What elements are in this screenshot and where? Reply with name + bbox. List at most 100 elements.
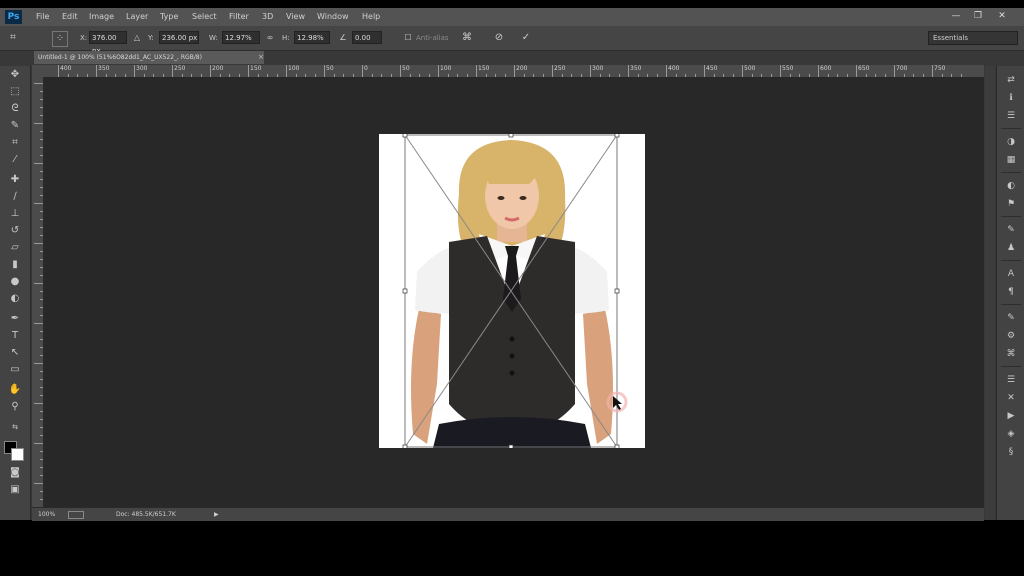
actions-icon[interactable]: ☰ <box>1003 374 1019 387</box>
ruler-v-tick <box>40 187 43 188</box>
status-menu-arrow[interactable]: ▶ <box>214 508 219 521</box>
document-canvas[interactable] <box>379 134 645 448</box>
pen-icon[interactable]: ✒ <box>6 312 24 326</box>
handle-top-middle[interactable] <box>508 134 514 138</box>
zoom-icon[interactable]: ⚲ <box>6 400 24 414</box>
menu-view[interactable]: View <box>286 8 305 26</box>
menu-type[interactable]: Type <box>160 8 178 26</box>
styles-icon[interactable]: ⚑ <box>1003 198 1019 211</box>
crop-icon[interactable]: ⌗ <box>6 136 24 150</box>
quick-mask-icon[interactable]: ◙ <box>6 466 24 480</box>
ruler-h-label: 300 <box>136 65 148 72</box>
handle-bottom-middle[interactable] <box>508 444 514 448</box>
commit-transform-icon[interactable]: ✓ <box>519 31 533 45</box>
eyedropper-icon[interactable]: ⁄ <box>6 153 24 167</box>
handle-top-right[interactable] <box>614 134 620 138</box>
ruler-h-tick <box>438 65 439 77</box>
path-select-icon[interactable]: ↖ <box>6 346 24 360</box>
clone-source-icon[interactable]: ♟ <box>1003 242 1019 255</box>
menu-3d[interactable]: 3D <box>262 8 273 26</box>
properties-icon[interactable]: § <box>1003 446 1019 459</box>
channels-icon[interactable]: ⚙ <box>1003 330 1019 343</box>
tab-close-icon[interactable]: × <box>258 51 266 64</box>
swatches-icon[interactable]: ▦ <box>1003 154 1019 167</box>
move-icon[interactable]: ✥ <box>6 68 24 82</box>
history-icon[interactable]: ⇄ <box>1003 74 1019 87</box>
handle-middle-left[interactable] <box>402 288 408 294</box>
paths-icon[interactable]: ⌘ <box>1003 348 1019 361</box>
angle-icon: ∠ <box>339 33 347 42</box>
ruler-v-tick <box>40 195 43 196</box>
zoom-level[interactable]: 100% <box>38 508 55 521</box>
ruler-h-label: 250 <box>554 65 566 72</box>
hand-icon[interactable]: ✋ <box>6 383 24 397</box>
play-icon[interactable]: ▶ <box>1003 410 1019 423</box>
link-icon[interactable]: ∞ <box>263 31 277 45</box>
cancel-transform-icon[interactable]: ⊘ <box>492 31 506 45</box>
shape-icon[interactable]: ▭ <box>6 363 24 377</box>
handle-bottom-left[interactable] <box>402 444 408 448</box>
healing-icon[interactable]: ✚ <box>6 173 24 187</box>
canvas-area[interactable] <box>44 77 984 516</box>
ruler-v-tick <box>40 211 43 212</box>
menu-file[interactable]: File <box>36 8 49 26</box>
type-icon[interactable]: T <box>6 329 24 343</box>
screen-mode-icon[interactable]: ▣ <box>6 483 24 497</box>
layers-icon[interactable]: ◈ <box>1003 428 1019 441</box>
swap-colors-icon[interactable]: ⇆ <box>6 420 24 434</box>
character-icon[interactable]: A <box>1003 268 1019 281</box>
adjustments-icon[interactable]: ◐ <box>1003 180 1019 193</box>
height-field[interactable]: 12.98% <box>294 31 330 44</box>
ruler-v-tick <box>40 491 43 492</box>
color-icon[interactable]: ◑ <box>1003 136 1019 149</box>
antialias-checkbox[interactable]: ☐ <box>401 31 415 45</box>
clone-stamp-icon[interactable]: ⊥ <box>6 207 24 221</box>
paragraph-icon[interactable]: ¶ <box>1003 286 1019 299</box>
handle-bottom-right[interactable] <box>614 444 620 448</box>
ruler-v-tick <box>40 307 43 308</box>
status-bar: 100% Doc: 485.5K/651.7K ▶ <box>32 507 984 521</box>
angle-field[interactable]: 0.00 <box>352 31 382 44</box>
menu-filter[interactable]: Filter <box>229 8 249 26</box>
warp-icon[interactable]: ⌘ <box>460 31 474 45</box>
ruler-h-label: 500 <box>744 65 756 72</box>
menu-help[interactable]: Help <box>362 8 380 26</box>
dodge-icon[interactable]: ◐ <box>6 292 24 306</box>
menu-select[interactable]: Select <box>192 8 217 26</box>
transform-bounding-box[interactable] <box>379 134 645 448</box>
minimize-button[interactable]: — <box>950 11 962 22</box>
eraser-icon[interactable]: ▱ <box>6 241 24 255</box>
tool-preset-icon[interactable]: ⌗ <box>6 31 20 45</box>
notes-icon[interactable]: ✎ <box>1003 312 1019 325</box>
restore-button[interactable]: ❐ <box>972 11 984 22</box>
reference-point-icon[interactable]: ⁘ <box>52 31 68 47</box>
layer-comps-icon[interactable]: ☰ <box>1003 110 1019 123</box>
relative-position-icon[interactable]: △ <box>130 31 144 45</box>
close-button[interactable]: ✕ <box>996 11 1008 22</box>
y-field[interactable]: 236.00 px <box>159 31 199 44</box>
workspace-select[interactable]: Essentials <box>928 31 1018 45</box>
width-field[interactable]: 12.97% <box>222 31 260 44</box>
menu-layer[interactable]: Layer <box>126 8 148 26</box>
vertical-scrollbar[interactable] <box>985 66 995 520</box>
document-tab[interactable]: Untitled-1 @ 100% (51%6O82dd1_AC_UX522_,… <box>34 51 264 64</box>
quick-select-icon[interactable]: ✎ <box>6 119 24 133</box>
handle-middle-right[interactable] <box>614 288 620 294</box>
menu-edit[interactable]: Edit <box>62 8 78 26</box>
brush-panel-icon[interactable]: ✎ <box>1003 224 1019 237</box>
menu-window[interactable]: Window <box>317 8 349 26</box>
info-icon[interactable]: ℹ <box>1003 92 1019 105</box>
handle-top-left[interactable] <box>402 134 408 138</box>
lasso-icon[interactable]: ᘓ <box>6 102 24 116</box>
history-brush-icon[interactable]: ↺ <box>6 224 24 238</box>
blur-icon[interactable]: ● <box>6 275 24 289</box>
gradient-icon[interactable]: ▮ <box>6 258 24 272</box>
menu-image[interactable]: Image <box>89 8 114 26</box>
background-color-swatch[interactable] <box>11 448 24 461</box>
tool-presets-icon[interactable]: ✕ <box>1003 392 1019 405</box>
marquee-icon[interactable]: ⬚ <box>6 85 24 99</box>
ruler-v-tick <box>40 371 43 372</box>
ruler-h-label: 100 <box>288 65 300 72</box>
x-field[interactable]: 376.00 px <box>89 31 127 55</box>
brush-icon[interactable]: ∕ <box>6 190 24 204</box>
